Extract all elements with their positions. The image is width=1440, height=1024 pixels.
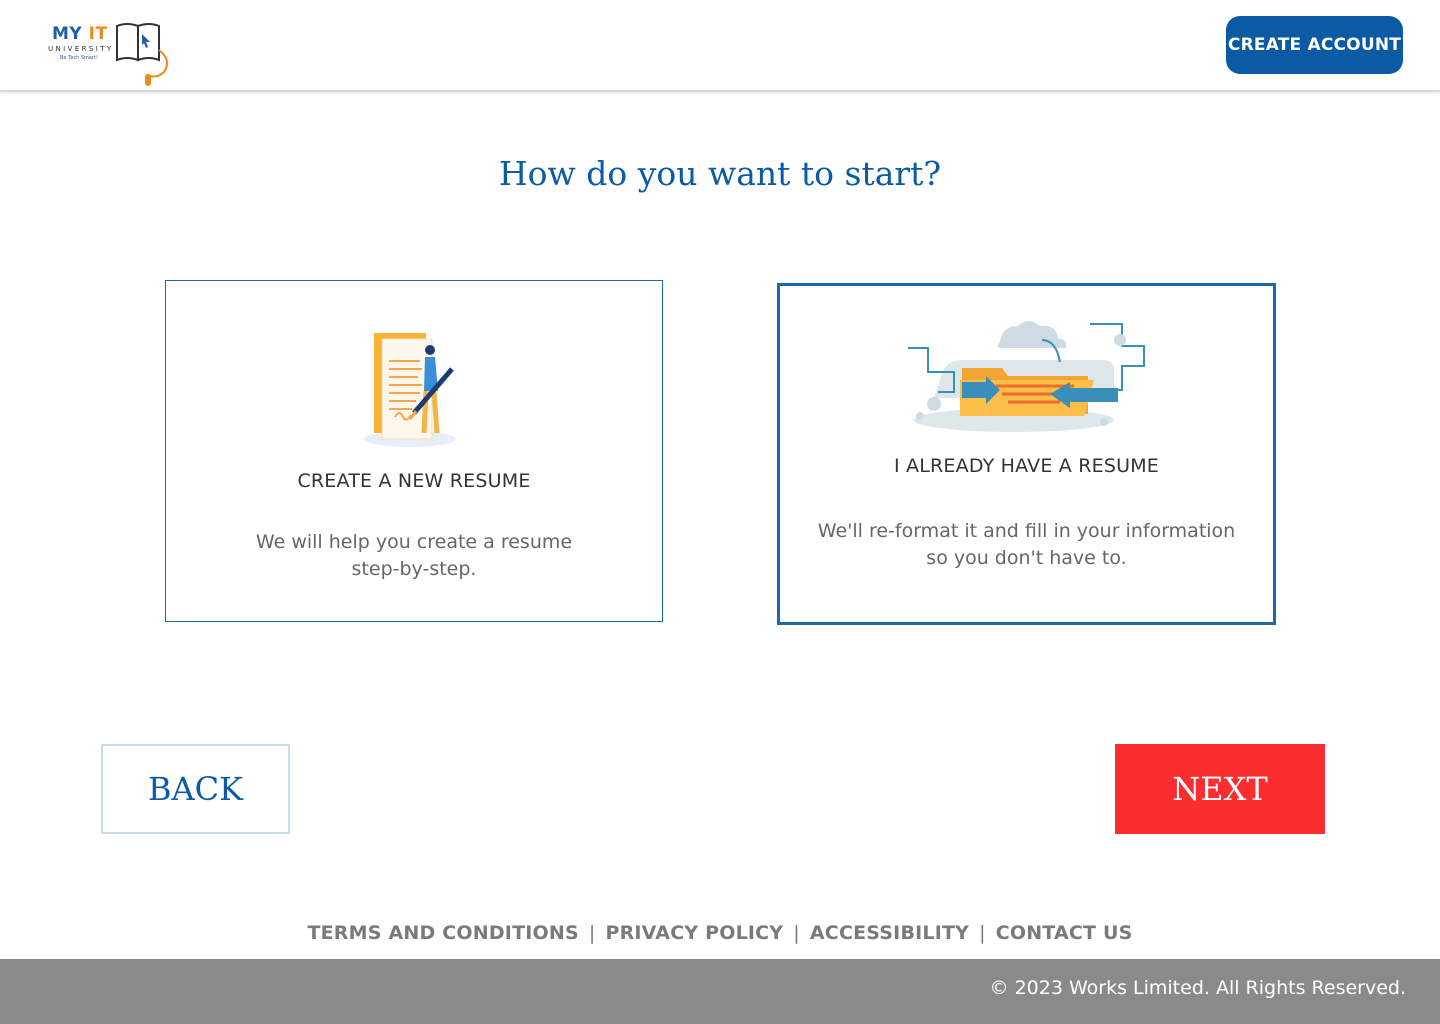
- card-description: We will help you create a resume step-by…: [255, 531, 573, 580]
- privacy-policy-link[interactable]: PRIVACY POLICY: [605, 922, 783, 944]
- my-it-university-logo[interactable]: MY IT UNIVERSITY Be Tech Smart!: [46, 20, 176, 90]
- folder-upload-icon: [908, 321, 1145, 432]
- next-button[interactable]: NEXT: [1115, 744, 1325, 834]
- footer-bar: © 2023 Works Limited. All Rights Reserve…: [0, 959, 1440, 1024]
- logo-tagline: Be Tech Smart!: [60, 55, 99, 61]
- terms-and-conditions-link[interactable]: TERMS AND CONDITIONS: [307, 922, 578, 944]
- footer-separator: |: [588, 922, 596, 944]
- card-description: We'll re-format it and fill in your info…: [817, 520, 1236, 569]
- footer-separator: |: [793, 922, 800, 944]
- logo-wordmark: MY IT: [52, 24, 108, 44]
- create-new-resume-card[interactable]: CREATE A NEW RESUME We will help you cre…: [165, 280, 663, 622]
- back-button[interactable]: BACK: [101, 744, 290, 834]
- book-mouse-icon: [116, 23, 169, 86]
- page-title: How do you want to start?: [498, 154, 942, 193]
- create-account-button[interactable]: CREATE ACCOUNT: [1226, 16, 1403, 74]
- copyright-text: © 2023 Works Limited. All Rights Reserve…: [989, 977, 1406, 999]
- logo-my-text: MY: [52, 24, 83, 44]
- contact-us-link[interactable]: CONTACT US: [996, 922, 1133, 944]
- accessibility-link[interactable]: ACCESSIBILITY: [810, 922, 969, 944]
- footer-separator: |: [979, 922, 986, 944]
- top-header: MY IT UNIVERSITY Be Tech Smart! CREATE A…: [0, 0, 1440, 92]
- resume-writing-icon: [364, 333, 456, 447]
- logo-it-text: IT: [88, 24, 108, 44]
- card-heading: I ALREADY HAVE A RESUME: [894, 455, 1159, 477]
- logo-university-text: UNIVERSITY: [48, 45, 114, 53]
- already-have-resume-card[interactable]: I ALREADY HAVE A RESUME We'll re-format …: [777, 283, 1276, 625]
- footer-links: TERMS AND CONDITIONS | PRIVACY POLICY | …: [0, 922, 1440, 944]
- card-heading: CREATE A NEW RESUME: [297, 470, 531, 492]
